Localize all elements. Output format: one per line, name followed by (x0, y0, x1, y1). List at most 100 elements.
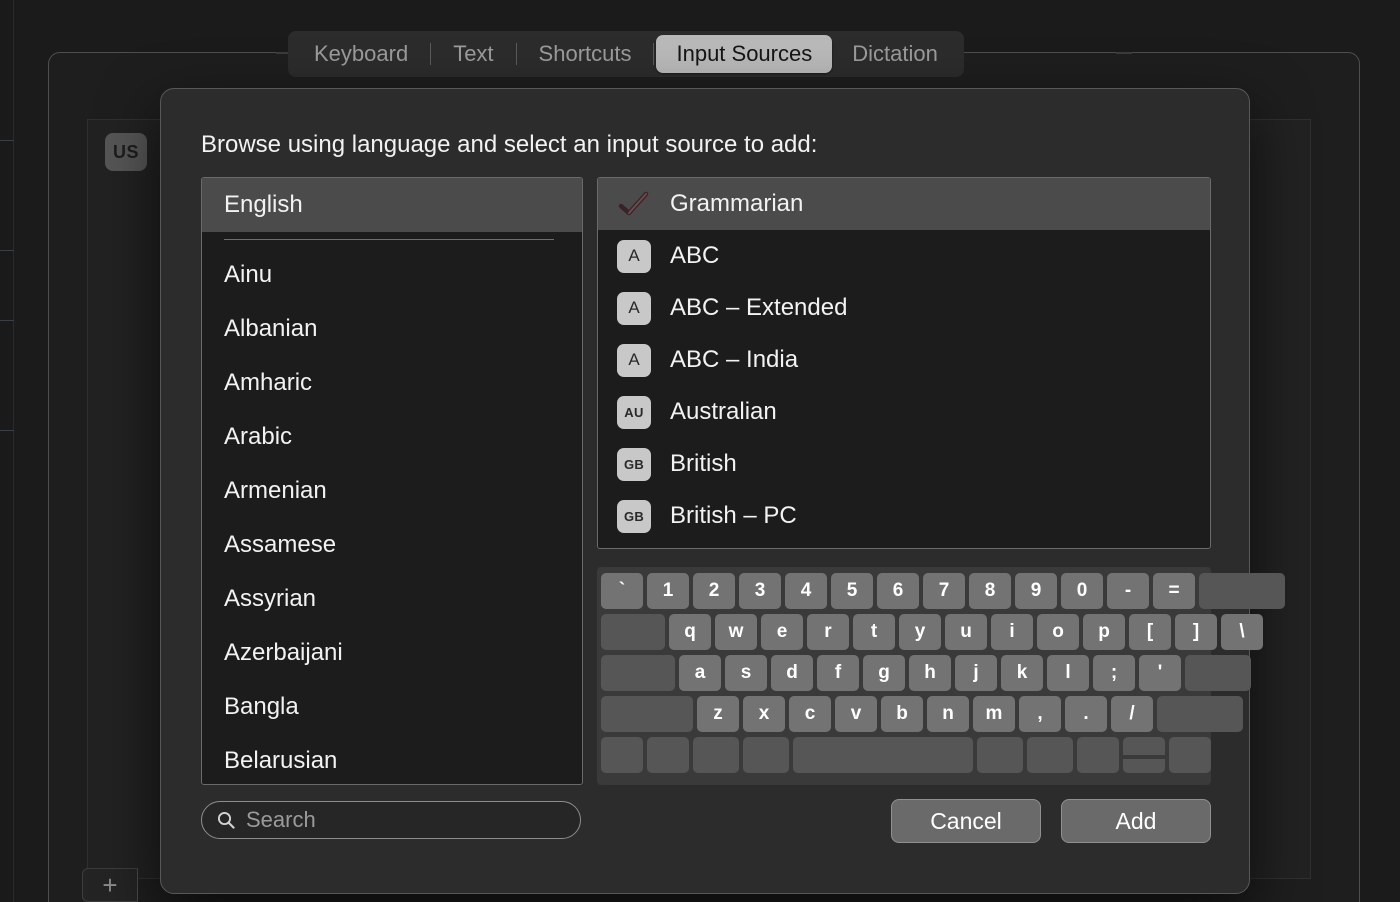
keyboard-badge-icon: A (616, 343, 652, 377)
input-source-list[interactable]: Grammarian A ABC A ABC – Extended A ABC – Indi… (597, 177, 1211, 549)
input-source-badge: A (617, 343, 651, 377)
input-source-label: Grammarian (670, 190, 804, 217)
language-list-item[interactable]: English (202, 178, 582, 232)
preferences-tabbar[interactable]: Keyboard Text Shortcuts Input Sources Dictat… (288, 31, 964, 77)
keyboard-key-g: g (863, 655, 905, 691)
language-list-item[interactable]: Azerbaijani (202, 626, 582, 680)
keyboard-key-4: 4 (785, 573, 827, 609)
keyboard-key-blank (601, 737, 643, 773)
keyboard-key-,: , (1019, 696, 1061, 732)
language-label: Belarusian (224, 747, 338, 774)
tab-separator (515, 43, 517, 65)
screen: US + Keyboard Text Shortcuts Input Sources D… (0, 0, 1400, 902)
keyboard-row: q w e r t y u i o p[] \ (601, 614, 1263, 650)
add-input-source-dialog: Browse using language and select an inpu… (160, 88, 1285, 894)
keyboard-row: ` 1 2 3 4 5 6 7 8 9 0- = (601, 573, 1285, 609)
grammarian-check-icon (616, 187, 652, 221)
keyboard-key-[: [ (1129, 614, 1171, 650)
keyboard-key-blank (647, 737, 689, 773)
keyboard-key-]: ] (1175, 614, 1217, 650)
language-list-item[interactable]: Amharic (202, 356, 582, 410)
keyboard-key-d: d (771, 655, 813, 691)
language-list-item[interactable]: Assyrian (202, 572, 582, 626)
keyboard-key-blank (1027, 737, 1073, 773)
keyboard-key-=: = (1153, 573, 1195, 609)
keyboard-key-1: 1 (647, 573, 689, 609)
language-list-item[interactable]: Belarusian (202, 734, 582, 784)
tabbar-left-rule (276, 52, 288, 54)
keyboard-badge-icon: GB (616, 447, 652, 481)
language-label: Assamese (224, 531, 337, 558)
cancel-button[interactable]: Cancel (891, 799, 1041, 843)
keyboard-key-p: p (1083, 614, 1125, 650)
keyboard-key-c: c (789, 696, 831, 732)
language-list-item[interactable]: Albanian (202, 302, 582, 356)
language-label: Armenian (224, 477, 327, 504)
keyboard-key-x: x (743, 696, 785, 732)
keyboard-key-blank (1077, 737, 1119, 773)
keyboard-key--: - (1107, 573, 1149, 609)
input-source-list-item[interactable]: Grammarian (598, 178, 1210, 230)
keyboard-key-2: 2 (693, 573, 735, 609)
tab-keyboard[interactable]: Keyboard (294, 35, 428, 73)
language-list-item[interactable]: Ainu (202, 248, 582, 302)
keyboard-key-b: b (881, 696, 923, 732)
input-source-badge: A (617, 291, 651, 325)
keyboard-key-blank (601, 655, 675, 691)
keyboard-key-blank (1157, 696, 1243, 732)
keyboard-key-3: 3 (739, 573, 781, 609)
input-source-list-item[interactable]: A ABC – Extended (598, 282, 1210, 334)
tab-shortcuts[interactable]: Shortcuts (519, 35, 652, 73)
input-source-list-item[interactable]: A ABC – India (598, 334, 1210, 386)
input-source-badge: AU (617, 395, 651, 429)
keyboard-key-i: i (991, 614, 1033, 650)
keyboard-key-w: w (715, 614, 757, 650)
add-input-source-button[interactable]: + (82, 868, 138, 902)
keyboard-key-9: 9 (1015, 573, 1057, 609)
language-label: English (224, 191, 303, 218)
keyboard-key-.: . (1065, 696, 1107, 732)
language-list-item[interactable]: Bangla (202, 680, 582, 734)
keyboard-key-n: n (927, 696, 969, 732)
language-label: Arabic (224, 423, 293, 450)
keyboard-key-6: 6 (877, 573, 919, 609)
language-label: Ainu (224, 261, 273, 288)
language-list-item[interactable]: Armenian (202, 464, 582, 518)
tab-text[interactable]: Text (433, 35, 513, 73)
keyboard-key-u: u (945, 614, 987, 650)
language-list-item[interactable]: Assamese (202, 518, 582, 572)
input-source-list-item[interactable]: A ABC (598, 230, 1210, 282)
keyboard-key-q: q (669, 614, 711, 650)
keyboard-key-8: 8 (969, 573, 1011, 609)
language-list[interactable]: English Ainu Albanian Amharic Arabic Armenian… (201, 177, 583, 785)
keyboard-key-t: t (853, 614, 895, 650)
language-list-item[interactable]: Arabic (202, 410, 582, 464)
input-source-list-item[interactable]: GB British – PC (598, 490, 1210, 542)
input-source-list-item[interactable]: AU Australian (598, 386, 1210, 438)
search-icon (217, 811, 235, 829)
keyboard-key-y: y (899, 614, 941, 650)
tabbar-right-rule (1116, 52, 1132, 54)
keyboard-key-5: 5 (831, 573, 873, 609)
keyboard-key-blank (977, 737, 1023, 773)
current-input-source-flag-badge[interactable]: US (105, 133, 147, 171)
search-field[interactable]: Search (201, 801, 581, 839)
keyboard-key-v: v (835, 696, 877, 732)
input-source-label: ABC – India (670, 346, 799, 373)
keyboard-key-;: ; (1093, 655, 1135, 691)
keyboard-layout-preview: ` 1 2 3 4 5 6 7 8 9 0- = q w e r t y u i o p[] \ a s d f g h j k l; ' z x c… (597, 567, 1285, 785)
keyboard-key-blank (693, 737, 739, 773)
keyboard-badge-icon: A (616, 239, 652, 273)
tab-dictation[interactable]: Dictation (832, 35, 958, 73)
language-label: Azerbaijani (224, 639, 343, 666)
tab-input-sources[interactable]: Input Sources (656, 35, 833, 73)
tab-separator (430, 43, 432, 65)
input-source-list-item[interactable]: GB British (598, 438, 1210, 490)
input-source-badge: GB (617, 447, 651, 481)
language-label: Albanian (224, 315, 318, 342)
keyboard-key-': ' (1139, 655, 1181, 691)
tab-separator (653, 43, 655, 65)
add-button[interactable]: Add (1061, 799, 1211, 843)
input-source-label: British – PC (670, 502, 797, 529)
keyboard-key-blank (601, 696, 693, 732)
